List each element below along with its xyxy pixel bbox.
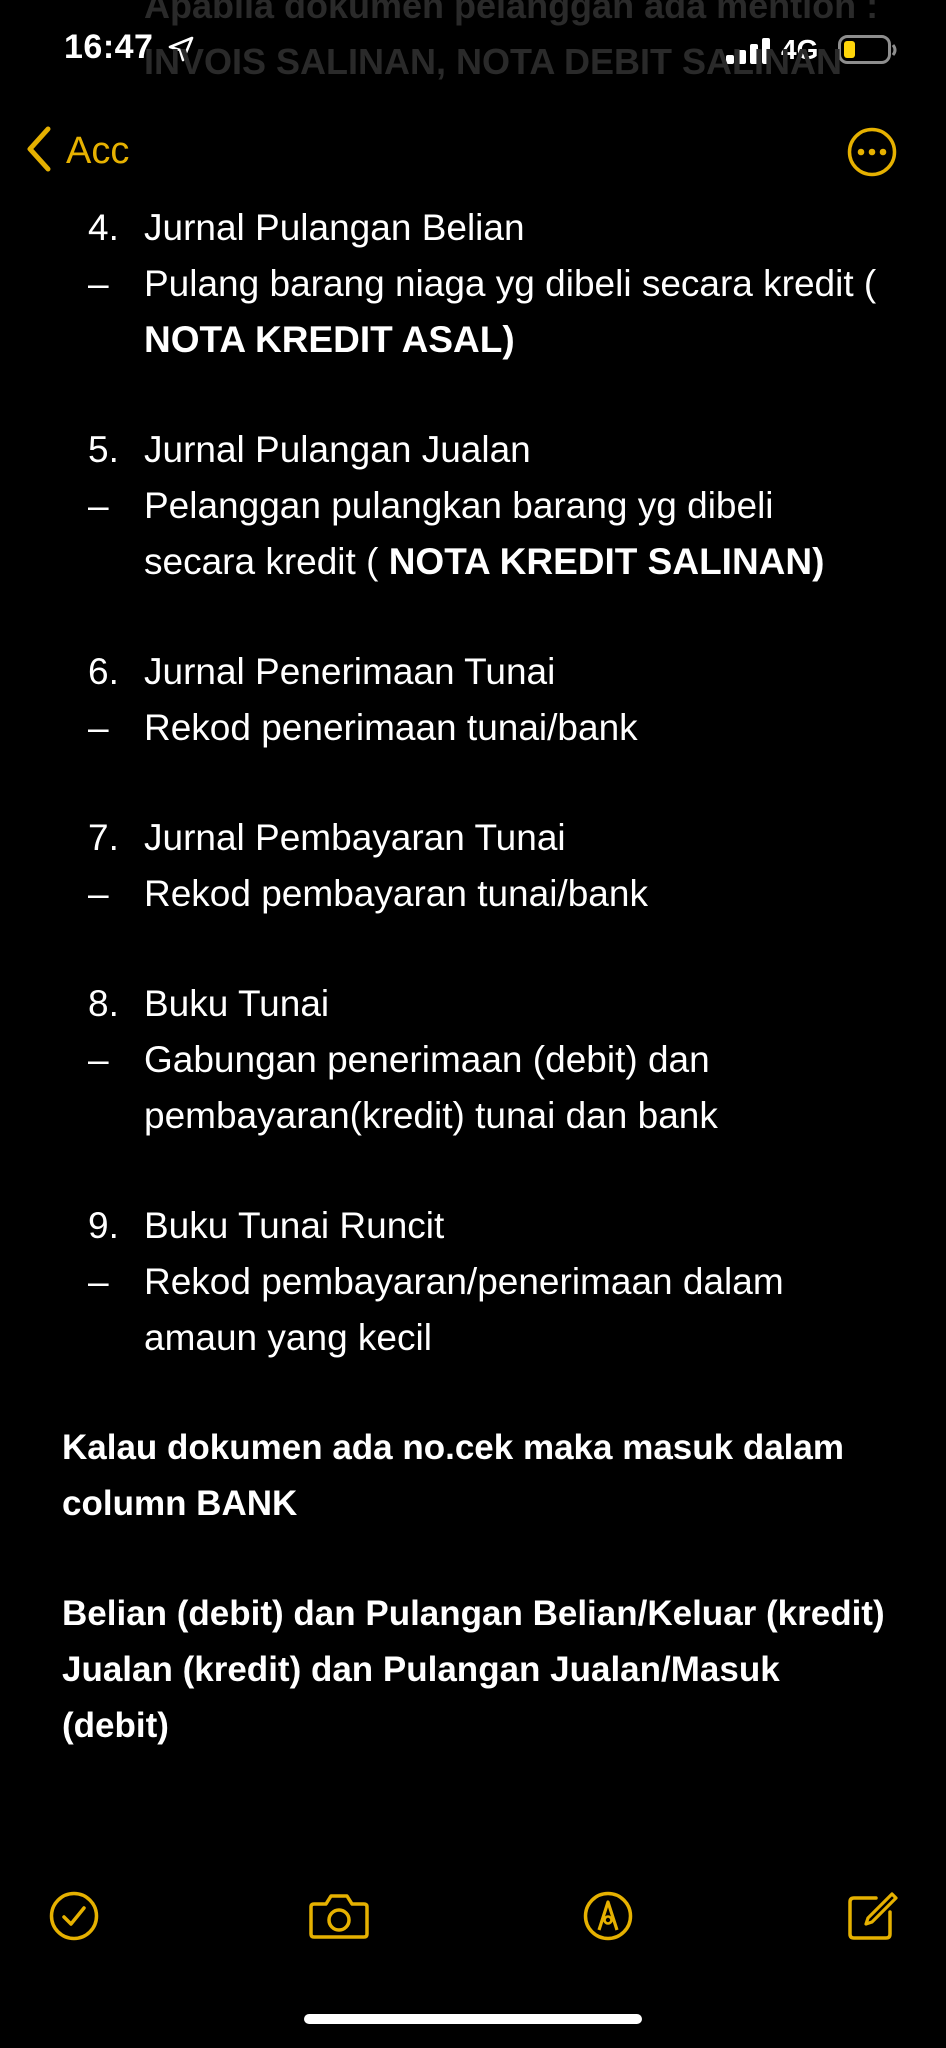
item-title: Jurnal Penerimaan Tunai: [144, 651, 556, 692]
item-title: Buku Tunai Runcit: [144, 1205, 445, 1246]
item-number: 8.: [88, 983, 119, 1024]
bottom-toolbar: [0, 1890, 946, 1950]
back-button[interactable]: Acc: [26, 126, 129, 177]
item-title: Buku Tunai: [144, 983, 330, 1024]
item-dash: –: [88, 1039, 109, 1080]
item-description: Rekod penerimaan tunai/bank: [144, 707, 638, 748]
item-number: 9.: [88, 1205, 119, 1246]
item-description: Gabungan penerimaan (debit) dan pembayar…: [144, 1039, 718, 1136]
note-body[interactable]: 4. Jurnal Pulangan Belian – Pulang baran…: [0, 200, 946, 1754]
more-options-button[interactable]: [846, 126, 898, 183]
status-time: 16:47: [64, 28, 154, 66]
item-number: 5.: [88, 429, 119, 470]
list-item: 6. Jurnal Penerimaan Tunai – Rekod pener…: [0, 644, 946, 756]
ellipsis-circle-icon: [846, 127, 898, 182]
note-paragraph: Kalau dokumen ada no.cek maka masuk dala…: [62, 1428, 844, 1523]
list-item: 5. Jurnal Pulangan Jualan – Pelanggan pu…: [0, 422, 946, 590]
note-paragraph: Belian (debit) dan Pulangan Belian/Kelua…: [62, 1594, 885, 1633]
note-paragraph: Jualan (kredit) dan Pulangan Jualan/Masu…: [62, 1650, 780, 1745]
item-title: Jurnal Pembayaran Tunai: [144, 817, 566, 858]
checklist-button[interactable]: [48, 1890, 100, 1947]
list-item: 4. Jurnal Pulangan Belian – Pulang baran…: [0, 200, 946, 368]
home-indicator[interactable]: [304, 2014, 642, 2024]
chevron-left-icon: [26, 126, 52, 177]
item-dash: –: [88, 485, 109, 526]
scrolled-ghost-text: Apabila dokumen pelanggan ada mention : …: [144, 0, 879, 82]
item-description-bold: NOTA KREDIT SALINAN): [388, 541, 825, 582]
list-item: 9. Buku Tunai Runcit – Rekod pembayaran/…: [0, 1198, 946, 1366]
compose-icon: [846, 1892, 898, 1946]
checkmark-circle-icon: [48, 1891, 100, 1946]
item-dash: –: [88, 1261, 109, 1302]
item-dash: –: [88, 263, 109, 304]
item-title: Jurnal Pulangan Jualan: [144, 429, 531, 470]
item-number: 4.: [88, 207, 119, 248]
item-description: Rekod pembayaran tunai/bank: [144, 873, 648, 914]
camera-icon: [308, 1894, 370, 1946]
nav-bar: Acc: [0, 112, 946, 192]
pen-tip-circle-icon: [582, 1891, 634, 1946]
back-label: Acc: [66, 130, 130, 172]
camera-button[interactable]: [308, 1890, 370, 1947]
list-item: 7. Jurnal Pembayaran Tunai – Rekod pemba…: [0, 810, 946, 922]
item-description: Pelanggan pulangkan barang yg dibeli sec…: [144, 485, 825, 582]
item-description: Pulang barang niaga yg dibeli secara kre…: [144, 263, 877, 360]
list-item: 8. Buku Tunai – Gabungan penerimaan (deb…: [0, 976, 946, 1144]
item-dash: –: [88, 873, 109, 914]
item-number: 7.: [88, 817, 119, 858]
item-number: 6.: [88, 651, 119, 692]
item-dash: –: [88, 707, 109, 748]
compose-button[interactable]: [846, 1890, 898, 1947]
markup-button[interactable]: [582, 1890, 634, 1947]
item-title: Jurnal Pulangan Belian: [144, 207, 525, 248]
item-description-bold: NOTA KREDIT ASAL): [144, 319, 515, 360]
item-description: Rekod pembayaran/penerimaan dalam amaun …: [144, 1261, 784, 1358]
